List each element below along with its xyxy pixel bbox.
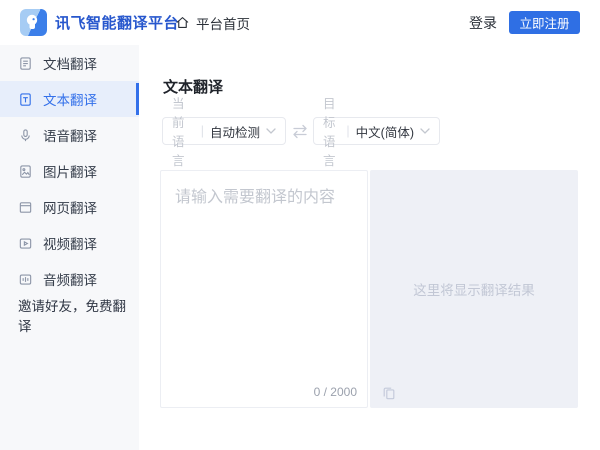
source-text-panel: 0 / 2000 <box>160 170 368 408</box>
separator: | <box>201 124 204 138</box>
source-text-input[interactable] <box>161 171 367 376</box>
sidebar-item-webpage-translate[interactable]: 网页翻译 <box>0 189 139 225</box>
swap-arrows-icon[interactable] <box>287 117 313 145</box>
separator: | <box>346 124 349 138</box>
sidebar-item-label: 音频翻译 <box>43 269 97 289</box>
sidebar-item-label: 文本翻译 <box>43 89 97 109</box>
target-language-value: 中文(简体) <box>356 122 414 141</box>
sidebar-item-video-translate[interactable]: 视频翻译 <box>0 225 139 261</box>
active-indicator-bar <box>136 83 139 115</box>
char-counter: 0 / 2000 <box>314 385 357 399</box>
voice-translate-icon <box>18 128 33 143</box>
image-translate-icon <box>18 164 33 179</box>
text-translate-icon <box>18 92 33 107</box>
sidebar: 文档翻译 文本翻译 语音翻译 图片翻译 网页翻译 <box>0 45 139 450</box>
translation-output-panel: 这里将显示翻译结果 <box>370 170 578 408</box>
sidebar-item-label: 图片翻译 <box>43 161 97 181</box>
document-translate-icon <box>18 56 33 71</box>
chevron-down-icon <box>266 128 276 134</box>
sidebar-item-text-translate[interactable]: 文本翻译 <box>0 81 139 117</box>
output-placeholder-text: 这里将显示翻译结果 <box>413 279 535 299</box>
home-icon <box>175 15 190 30</box>
source-language-value: 自动检测 <box>210 122 260 141</box>
sidebar-item-audio-translate[interactable]: 音频翻译 <box>0 261 139 297</box>
copy-icon[interactable] <box>382 386 396 400</box>
sidebar-item-image-translate[interactable]: 图片翻译 <box>0 153 139 189</box>
top-header: 讯飞智能翻译平台 平台首页 登录 立即注册 <box>0 0 600 45</box>
chat-bubble-logo-icon <box>20 9 47 36</box>
sidebar-item-label: 视频翻译 <box>43 233 97 253</box>
translation-page: 讯飞智能翻译平台 平台首页 登录 立即注册 文档翻译 文本翻译 <box>0 0 600 450</box>
invite-friends-link[interactable]: 邀请好友，免费翻译 <box>0 297 139 333</box>
sidebar-item-label: 文档翻译 <box>43 53 97 73</box>
home-link-label: 平台首页 <box>196 13 250 33</box>
source-language-select[interactable]: 当前语言 | 自动检测 <box>162 117 286 145</box>
video-translate-icon <box>18 236 33 251</box>
logo-text: 讯飞智能翻译平台 <box>55 12 179 33</box>
home-link[interactable]: 平台首页 <box>175 0 250 45</box>
register-button[interactable]: 立即注册 <box>509 11 580 34</box>
audio-translate-icon <box>18 272 33 287</box>
sidebar-item-label: 网页翻译 <box>43 197 97 217</box>
source-language-prefix: 当前语言 <box>172 93 195 169</box>
login-link[interactable]: 登录 <box>469 0 497 45</box>
target-language-prefix: 目标语言 <box>323 93 340 169</box>
logo-link[interactable]: 讯飞智能翻译平台 <box>20 9 179 36</box>
chevron-down-icon <box>420 128 430 134</box>
webpage-translate-icon <box>18 200 33 215</box>
sidebar-item-document-translate[interactable]: 文档翻译 <box>0 45 139 81</box>
target-language-select[interactable]: 目标语言 | 中文(简体) <box>313 117 440 145</box>
sidebar-item-voice-translate[interactable]: 语音翻译 <box>0 117 139 153</box>
sidebar-item-label: 语音翻译 <box>43 125 97 145</box>
